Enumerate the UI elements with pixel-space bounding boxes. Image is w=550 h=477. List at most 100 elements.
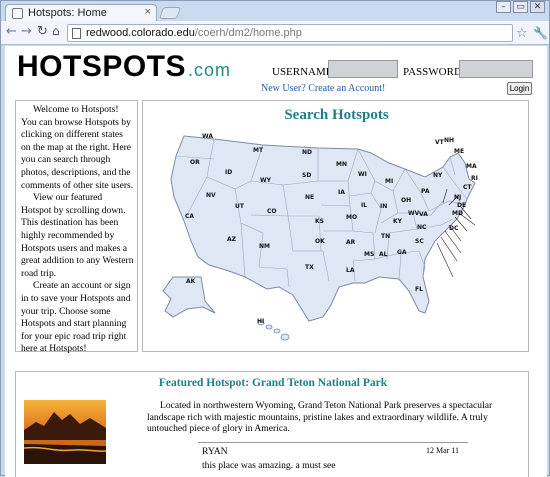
state-label-ak[interactable]: AK: [186, 278, 195, 285]
state-label-fl[interactable]: FL: [415, 286, 423, 293]
logo-main: HOTSPOTS: [17, 50, 187, 83]
state-label-il[interactable]: IL: [361, 202, 367, 209]
state-label-mt[interactable]: MT: [253, 147, 263, 154]
welcome-text-2: View our featured Hotspot by scrolling d…: [21, 192, 134, 279]
state-label-tx[interactable]: TX: [305, 264, 314, 271]
state-label-wy[interactable]: WY: [260, 177, 271, 184]
create-account-link[interactable]: New User? Create an Account!: [261, 83, 385, 94]
us-mainland-shape: [170, 135, 476, 322]
state-label-mo[interactable]: MO: [346, 214, 357, 221]
window-controls: – ▭ ✕: [494, 1, 545, 13]
state-label-md[interactable]: MD: [452, 210, 463, 217]
state-label-ct[interactable]: CT: [463, 184, 472, 191]
state-label-ks[interactable]: KS: [315, 218, 324, 225]
comment-date: 12 Mar 11: [426, 446, 460, 455]
leader-line: [440, 236, 458, 262]
state-label-me[interactable]: ME: [454, 148, 464, 155]
state-label-tn[interactable]: TN: [381, 233, 390, 240]
hawaii-island: [273, 328, 281, 334]
state-label-ky[interactable]: KY: [393, 218, 402, 225]
address-bar[interactable]: redwood.colorado.edu/coerh/dm2/home.php: [67, 24, 513, 42]
state-label-id[interactable]: ID: [225, 169, 232, 176]
state-label-sd[interactable]: SD: [302, 172, 311, 179]
state-label-sc[interactable]: SC: [415, 238, 424, 245]
state-label-wa[interactable]: WA: [202, 133, 213, 140]
state-label-mi[interactable]: MI: [385, 178, 393, 185]
state-label-vt[interactable]: VT: [435, 139, 444, 146]
bookmark-star-icon[interactable]: ☆: [516, 26, 528, 41]
url-domain: redwood.colorado.edu: [86, 27, 195, 39]
state-label-nj[interactable]: NJ: [454, 194, 461, 201]
state-label-va[interactable]: VA: [419, 211, 428, 218]
page-icon: [72, 28, 81, 39]
forward-arrow-icon[interactable]: →: [21, 24, 32, 39]
state-label-ok[interactable]: OK: [315, 238, 325, 245]
password-label: PASSWORD:: [403, 66, 465, 78]
state-label-or[interactable]: OR: [190, 159, 200, 166]
welcome-text-1: Welcome to Hotspots! You can browse Hots…: [21, 104, 134, 191]
state-label-nc[interactable]: NC: [417, 224, 426, 231]
state-label-ut[interactable]: UT: [235, 203, 244, 210]
welcome-text-3: Create an account or sign in to save you…: [21, 280, 131, 355]
comment-text: this place was amazing. a must see: [202, 460, 336, 471]
username-label: USERNAME:: [272, 66, 336, 78]
state-label-pa[interactable]: PA: [421, 188, 430, 195]
state-label-nd[interactable]: ND: [302, 149, 312, 156]
state-label-mn[interactable]: MN: [336, 161, 347, 168]
state-label-nv[interactable]: NV: [206, 192, 216, 199]
featured-hotspot-panel: Featured Hotspot: Grand Teton National P…: [15, 371, 529, 477]
password-input[interactable]: [459, 60, 533, 78]
tab-close-icon[interactable]: ×: [145, 6, 151, 18]
state-label-wv[interactable]: WV: [408, 210, 419, 217]
state-label-ms[interactable]: MS: [364, 251, 374, 258]
state-label-la[interactable]: LA: [346, 267, 354, 274]
state-label-ia[interactable]: IA: [338, 189, 345, 196]
back-arrow-icon[interactable]: ←: [6, 24, 17, 39]
page-content: HOTSPOTS .com USERNAME: PASSWORD: New Use…: [5, 46, 547, 477]
browser-window: Hotspots: Home × – ▭ ✕ ← → ↻ ⌂ redwood.c…: [0, 0, 550, 477]
url-path: /coerh/dm2/home.php: [194, 27, 302, 39]
state-label-nh[interactable]: NH: [444, 137, 454, 144]
hawaii-island: [265, 324, 273, 330]
state-label-ne[interactable]: NE: [305, 194, 314, 201]
tab-title: Hotspots: Home: [28, 7, 107, 19]
featured-title[interactable]: Featured Hotspot: Grand Teton National P…: [16, 377, 530, 389]
state-label-az[interactable]: AZ: [227, 236, 236, 243]
home-icon[interactable]: ⌂: [52, 24, 60, 38]
featured-description: Located in northwestern Wyoming, Grand T…: [147, 400, 493, 435]
comment-divider: [198, 442, 468, 443]
reload-icon[interactable]: ↻: [37, 24, 48, 39]
leader-line: [444, 230, 462, 254]
state-label-wi[interactable]: WI: [358, 171, 367, 178]
state-label-dc[interactable]: DC: [449, 225, 458, 232]
state-label-ar[interactable]: AR: [346, 239, 355, 246]
map-panel: Search Hotspots WA OR CA ID NV MT WY UT …: [142, 100, 529, 352]
state-label-ny[interactable]: NY: [433, 172, 442, 179]
maximize-icon[interactable]: ▭: [513, 1, 528, 13]
state-label-oh[interactable]: OH: [401, 197, 411, 204]
hawaii-island: [280, 333, 290, 341]
state-label-nm[interactable]: NM: [259, 243, 270, 250]
minimize-icon[interactable]: –: [496, 1, 511, 13]
welcome-panel: Welcome to Hotspots! You can browse Hots…: [15, 100, 138, 354]
state-label-hi[interactable]: HI: [257, 318, 264, 325]
wrench-icon[interactable]: 🔧: [533, 26, 548, 40]
grand-teton-photo[interactable]: [24, 400, 106, 464]
state-label-ma[interactable]: MA: [466, 163, 477, 170]
logo-suffix: .com: [188, 60, 232, 80]
state-label-ca[interactable]: CA: [185, 213, 194, 220]
site-logo[interactable]: HOTSPOTS .com: [17, 50, 231, 84]
username-input[interactable]: [328, 60, 398, 78]
new-tab-button[interactable]: [158, 7, 182, 19]
state-label-ga[interactable]: GA: [397, 249, 407, 256]
browser-tab[interactable]: Hotspots: Home ×: [5, 4, 157, 21]
comment-user: RYAN: [202, 446, 228, 457]
login-button[interactable]: Login: [507, 82, 532, 95]
state-label-al[interactable]: AL: [379, 251, 387, 258]
state-label-co[interactable]: CO: [267, 208, 277, 215]
state-label-ri[interactable]: RI: [471, 175, 478, 182]
state-label-de[interactable]: DE: [457, 202, 466, 209]
photo-forest: [24, 444, 106, 464]
state-label-in[interactable]: IN: [380, 203, 387, 210]
close-window-icon[interactable]: ✕: [530, 1, 545, 13]
